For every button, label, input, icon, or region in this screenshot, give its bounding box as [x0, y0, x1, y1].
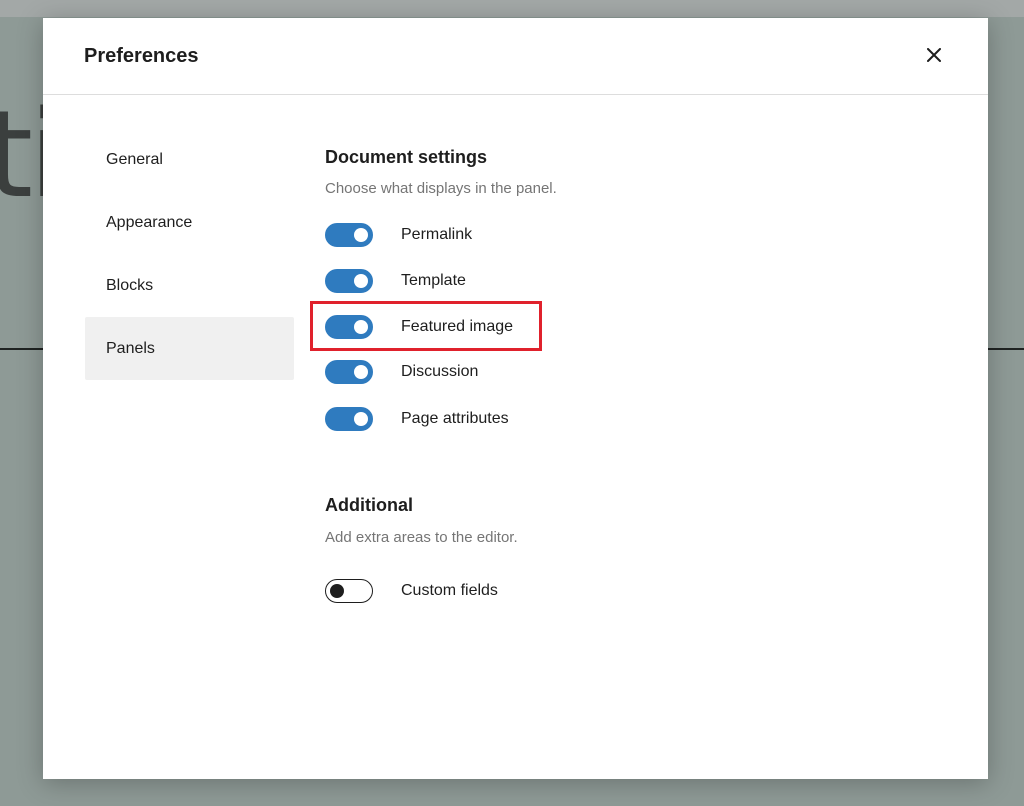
additional-description: Add extra areas to the editor.: [325, 529, 518, 546]
close-button[interactable]: [919, 40, 949, 70]
template-toggle-row[interactable]: Template: [325, 269, 466, 293]
custom-fields-toggle[interactable]: [325, 579, 373, 603]
toggle-knob: [354, 274, 368, 288]
page-attributes-label: Page attributes: [401, 410, 509, 427]
document-settings-description: Choose what displays in the panel.: [325, 180, 557, 197]
template-toggle[interactable]: [325, 269, 373, 293]
template-label: Template: [401, 272, 466, 289]
page-attributes-toggle[interactable]: [325, 407, 373, 431]
featured-image-label: Featured image: [401, 318, 514, 335]
permalink-toggle[interactable]: [325, 223, 373, 247]
additional-title: Additional: [325, 495, 413, 515]
toggle-knob: [354, 365, 368, 379]
close-icon: [927, 48, 941, 62]
featured-image-toggle[interactable]: [325, 315, 373, 339]
preferences-sidebar: General Appearance Blocks Panels: [85, 128, 294, 380]
toggle-knob: [354, 320, 368, 334]
toggle-knob: [354, 412, 368, 426]
document-settings-title: Document settings: [325, 147, 488, 167]
permalink-label: Permalink: [401, 226, 473, 243]
discussion-toggle[interactable]: [325, 360, 373, 384]
sidebar-item-general[interactable]: General: [85, 128, 294, 191]
toggle-knob: [354, 228, 368, 242]
sidebar-item-appearance[interactable]: Appearance: [85, 191, 294, 254]
permalink-toggle-row[interactable]: Permalink: [325, 223, 472, 247]
toggle-knob: [330, 583, 344, 598]
preferences-modal: Preferences General Appearance Blocks Pa…: [43, 18, 988, 779]
discussion-toggle-row[interactable]: Discussion: [325, 360, 478, 384]
modal-header: Preferences: [43, 18, 988, 95]
custom-fields-label: Custom fields: [401, 582, 498, 599]
sidebar-item-panels[interactable]: Panels: [85, 317, 294, 380]
background-divider: [988, 348, 1024, 350]
page-attributes-toggle-row[interactable]: Page attributes: [325, 407, 509, 431]
background-divider: [0, 348, 44, 350]
custom-fields-toggle-row[interactable]: Custom fields: [325, 579, 498, 603]
editor-top-bar: [0, 0, 1024, 17]
sidebar-item-blocks[interactable]: Blocks: [85, 254, 294, 317]
featured-image-toggle-row[interactable]: Featured image: [325, 315, 513, 339]
discussion-label: Discussion: [401, 363, 479, 380]
modal-title: Preferences: [84, 45, 199, 67]
